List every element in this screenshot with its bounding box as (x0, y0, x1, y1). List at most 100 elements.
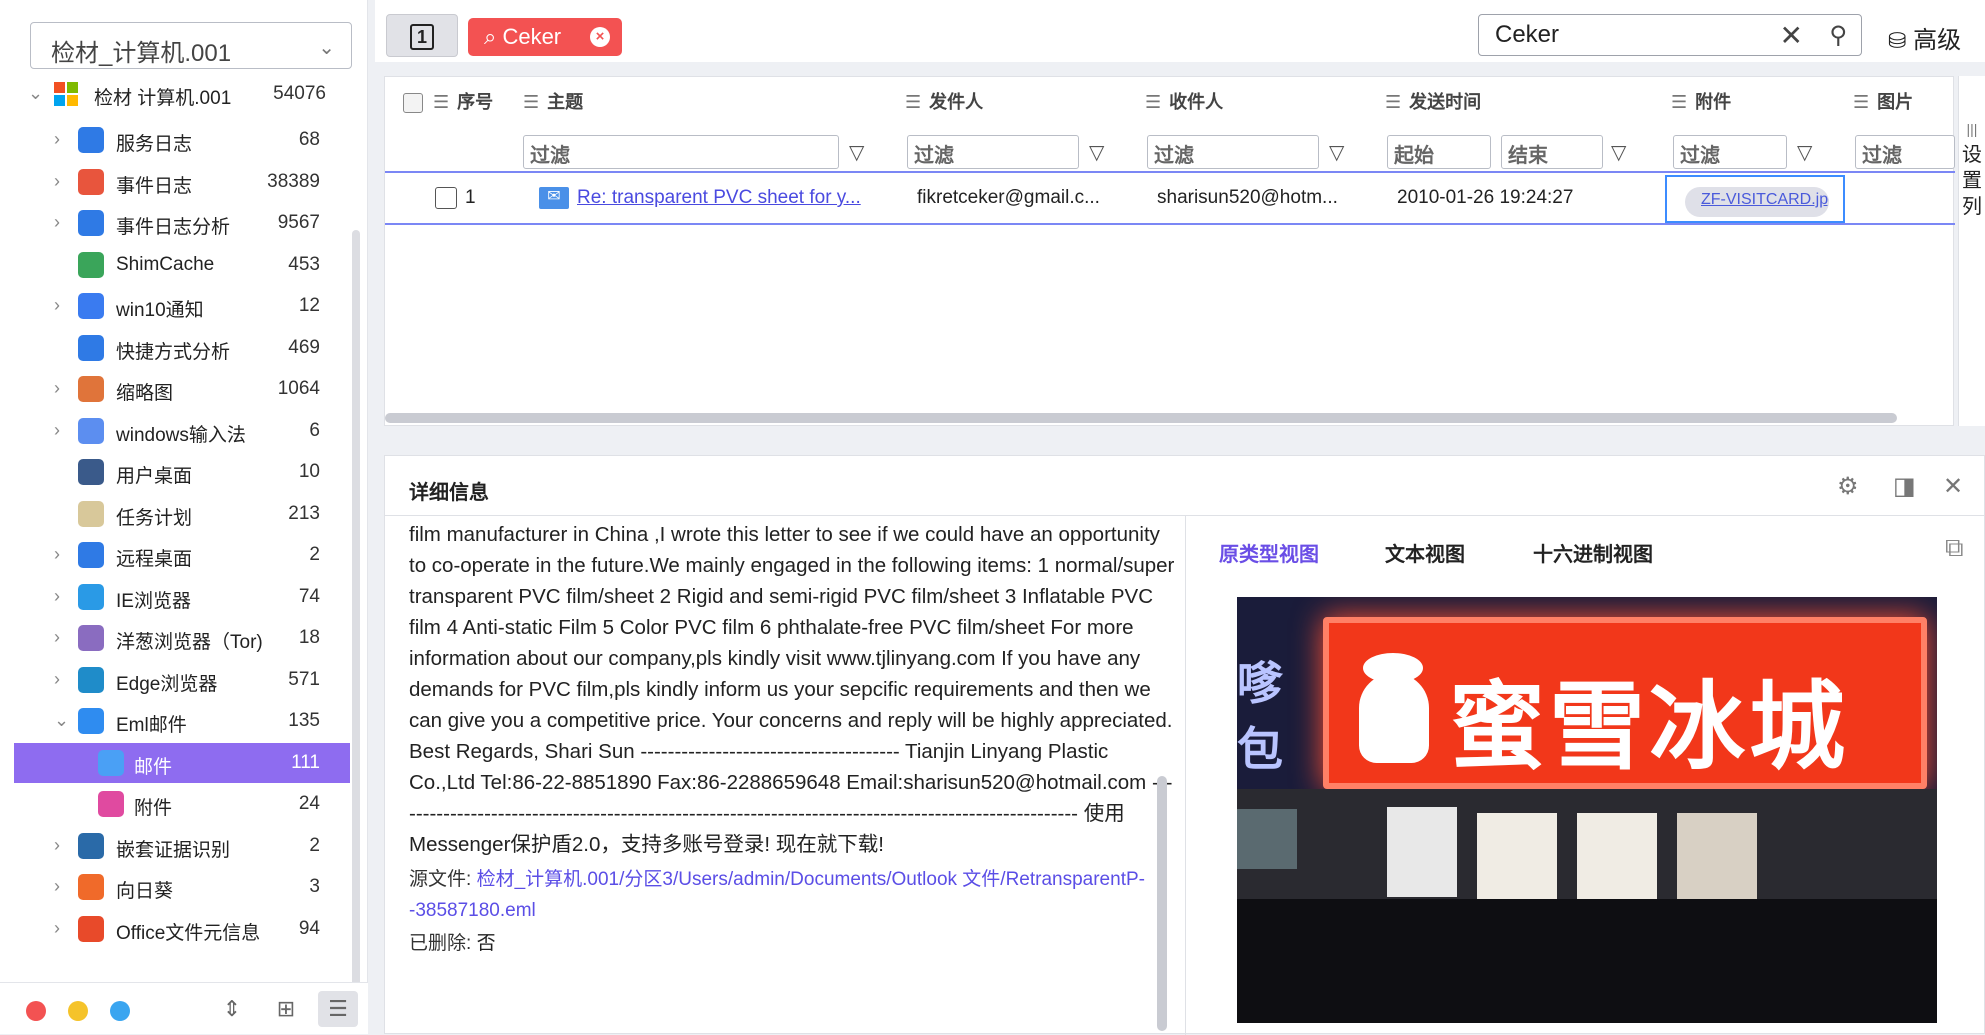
filter-icon[interactable]: ▽ (849, 140, 864, 165)
tree-item[interactable]: 快捷方式分析 469 (14, 328, 350, 368)
tree-item[interactable]: › 服务日志 68 (14, 120, 350, 160)
table-row[interactable]: 1 ✉ Re: transparent PVC sheet for y... f… (385, 171, 1955, 225)
column-header-recipient[interactable]: ☰ 收件人 (1145, 77, 1223, 127)
close-icon[interactable]: ✕ (1943, 472, 1963, 501)
shimcache-icon (78, 251, 104, 278)
tree-item[interactable]: › 洋葱浏览器（Tor) 18 (14, 618, 350, 658)
chevron-right-icon[interactable]: › (54, 378, 60, 399)
chevron-right-icon[interactable]: › (54, 129, 60, 150)
filter-icon[interactable]: ▽ (1611, 140, 1626, 165)
chevron-right-icon[interactable]: › (54, 627, 60, 648)
source-file-link[interactable]: 检材_计算机.001/分区3/Users/admin/Documents/Out… (409, 869, 1145, 921)
list-view-icon[interactable]: ☰ (318, 991, 358, 1027)
filter-icon[interactable]: ▽ (1797, 140, 1812, 165)
column-settings-button[interactable]: ||| 设置列 (1958, 76, 1985, 426)
tree-item-count: 9567 (277, 212, 320, 233)
tree-item[interactable]: ⌄ Eml邮件 135 (14, 701, 350, 741)
tree-item[interactable]: › 缩略图 1064 (14, 369, 350, 409)
tab-original-view[interactable]: 原类型视图 (1219, 538, 1319, 567)
chevron-down-icon[interactable]: ⌄ (54, 710, 69, 731)
tree-item[interactable]: 用户桌面 10 (14, 452, 350, 492)
column-header-index[interactable]: ☰ 序号 (433, 77, 493, 127)
advanced-search-button[interactable]: ⛁ 高级 (1888, 20, 1961, 55)
close-tag-icon[interactable]: × (590, 27, 610, 47)
table-horizontal-scrollbar[interactable] (385, 413, 1897, 423)
clear-icon[interactable]: ✕ (1780, 19, 1803, 52)
yellow-dot-icon[interactable] (68, 1001, 88, 1021)
tor-icon (78, 625, 104, 651)
search-tag[interactable]: ⌕ Ceker × (468, 18, 622, 56)
tree-item[interactable]: › win10通知 12 (14, 286, 350, 326)
gear-icon[interactable]: ⚙ (1837, 472, 1859, 501)
tree-item-label: IE浏览器 (116, 590, 191, 612)
tree-item[interactable]: › 远程桌面 2 (14, 535, 350, 575)
split-panel-icon[interactable]: ◨ (1893, 472, 1916, 501)
tree-item[interactable]: › Edge浏览器 571 (14, 660, 350, 700)
external-open-icon[interactable]: ⧉ (1945, 532, 1964, 564)
chevron-right-icon[interactable]: › (54, 420, 60, 441)
search-input[interactable]: Ceker ✕ ⚲ (1478, 14, 1862, 56)
details-scrollbar[interactable] (1157, 776, 1167, 1031)
filter-subject[interactable]: 过滤 (523, 135, 839, 169)
filter-image[interactable]: 过滤 (1855, 135, 1955, 169)
filter-start-date[interactable]: 起始 (1387, 135, 1491, 169)
chevron-right-icon[interactable]: › (54, 918, 60, 939)
tree-item-label: 远程桌面 (116, 549, 193, 570)
tree-item[interactable]: 附件 24 (14, 784, 350, 824)
tree-item[interactable]: › IE浏览器 74 (14, 577, 350, 617)
column-header-subject[interactable]: ☰ 主题 (523, 77, 583, 127)
select-all-checkbox[interactable] (403, 77, 423, 127)
filter-icon[interactable]: ▽ (1329, 140, 1344, 165)
tree-item[interactable]: › 事件日志分析 9567 (14, 203, 350, 243)
case-select-dropdown[interactable]: 检材_计算机.001 ⌄ (30, 22, 352, 69)
tree-root[interactable]: ⌄ 检材 计算机.001 54076 (14, 74, 350, 114)
tree-item-label: Office文件元信息 (116, 922, 261, 944)
chevron-right-icon[interactable]: › (54, 586, 60, 607)
grid-view-icon[interactable]: ⊞ (266, 991, 306, 1027)
row-checkbox[interactable] (435, 187, 457, 209)
tree-item[interactable]: 邮件 111 (14, 742, 350, 783)
column-header-image[interactable]: ☰ 图片 (1853, 77, 1913, 127)
chevron-right-icon[interactable]: › (54, 876, 60, 897)
tree-item-count: 12 (298, 295, 320, 316)
red-dot-icon[interactable] (26, 1001, 46, 1021)
tree-item-count: 135 (288, 710, 320, 731)
filter-attachment[interactable]: 过滤 (1673, 135, 1787, 169)
tree-item[interactable]: 任务计划 213 (14, 494, 350, 534)
chevron-right-icon[interactable]: › (54, 212, 60, 233)
chevron-down-icon[interactable]: ⌄ (28, 83, 43, 104)
chevron-right-icon[interactable]: › (54, 669, 60, 690)
sidebar-scrollbar[interactable] (352, 230, 360, 990)
blue-dot-icon[interactable] (110, 1001, 130, 1021)
column-header-sender[interactable]: ☰ 发件人 (905, 77, 983, 127)
tree-item[interactable]: › 事件日志 38389 (14, 162, 350, 202)
mail-icon (78, 708, 104, 734)
tree-item-label: win10通知 (116, 300, 204, 321)
attachment-link[interactable]: ZF-VISITCARD.jpg (1685, 187, 1829, 217)
tree-item[interactable]: › windows输入法 6 (14, 411, 350, 451)
tab-text-view[interactable]: 文本视图 (1385, 538, 1465, 567)
tab-number-button[interactable]: 1 (386, 14, 458, 57)
chevron-right-icon[interactable]: › (54, 295, 60, 316)
tree-item[interactable]: › Office文件元信息 94 (14, 909, 350, 949)
chevron-right-icon[interactable]: › (54, 171, 60, 192)
filter-recipient[interactable]: 过滤 (1147, 135, 1319, 169)
chevron-right-icon[interactable]: › (54, 835, 60, 856)
column-header-attachment[interactable]: ☰ 附件 (1671, 77, 1731, 127)
tree-item[interactable]: › 向日葵 3 (14, 867, 350, 907)
row-subject-link[interactable]: Re: transparent PVC sheet for y... (577, 187, 879, 209)
filter-icon[interactable]: ▽ (1089, 140, 1104, 165)
tree-item-label: 服务日志 (116, 134, 193, 155)
column-header-sent-time[interactable]: ☰ 发送时间 (1385, 77, 1481, 127)
tab-hex-view[interactable]: 十六进制视图 (1533, 538, 1653, 567)
collapse-icon[interactable]: ⇕ (212, 991, 252, 1027)
search-icon[interactable]: ⚲ (1829, 21, 1847, 50)
chevron-right-icon[interactable]: › (54, 544, 60, 565)
panel-divider[interactable] (1185, 516, 1186, 1035)
tree-item[interactable]: ShimCache 453 (14, 245, 350, 285)
filter-end-date[interactable]: 结束 (1501, 135, 1603, 169)
filter-sender[interactable]: 过滤 (907, 135, 1079, 169)
tree-item[interactable]: › 嵌套证据识别 2 (14, 826, 350, 866)
snowman-mascot-icon (1359, 673, 1429, 763)
row-attachment-cell[interactable]: ZF-VISITCARD.jpg (1665, 175, 1845, 223)
